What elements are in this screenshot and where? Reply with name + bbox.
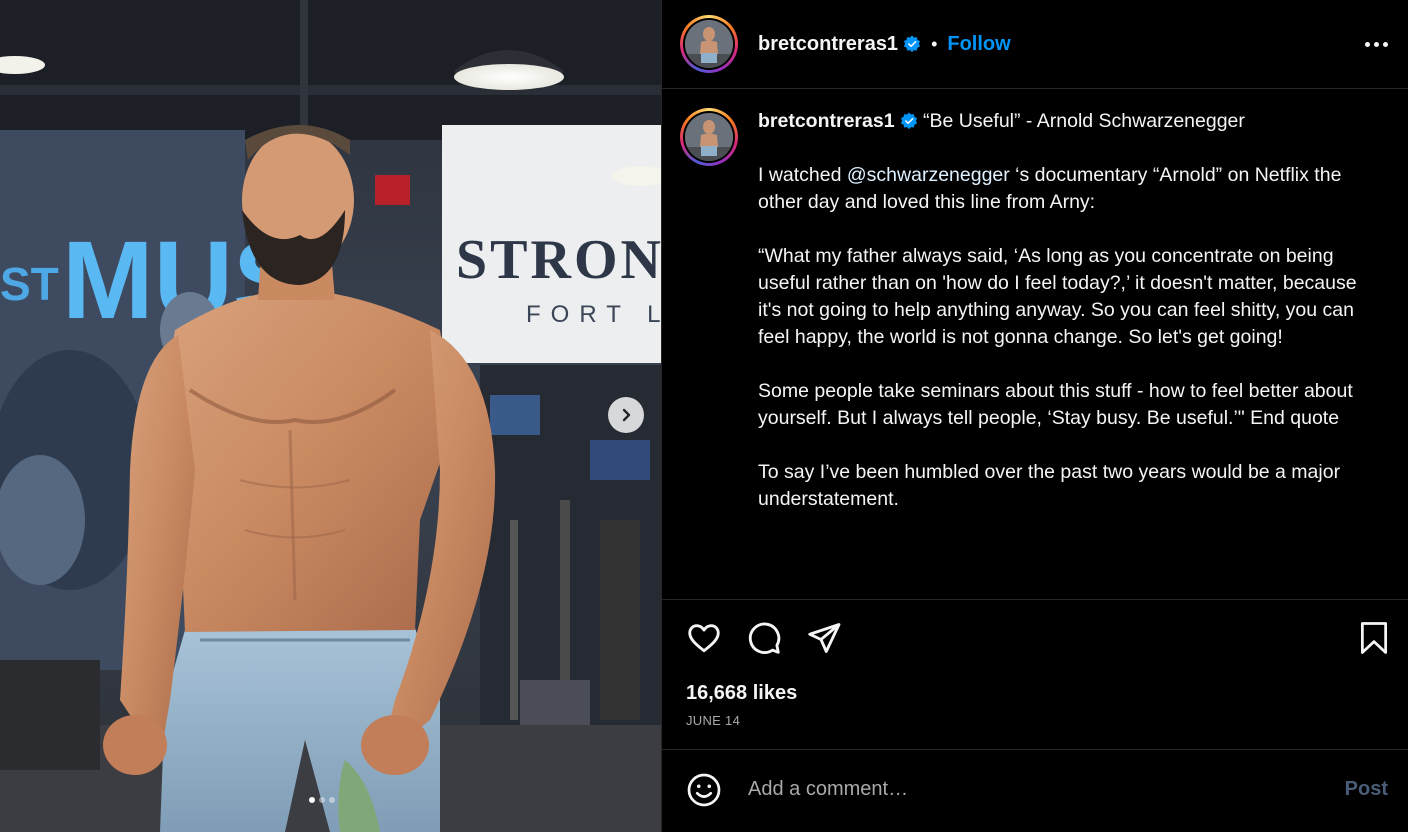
caption-paragraph: “What my father always said, ‘As long as… <box>758 245 1357 348</box>
caption-text: bretcontreras1 “Be Useful” - Arnold Schw… <box>758 108 1358 599</box>
avatar-image <box>685 113 733 161</box>
banner-text: STRON <box>456 229 661 291</box>
more-options-icon[interactable] <box>1365 41 1388 47</box>
post-date[interactable]: JUNE 14 <box>662 713 1408 728</box>
post-sidebar: bretcontreras1 • Follow bretcontreras1 “… <box>661 0 1408 832</box>
follow-button[interactable]: Follow <box>947 33 1010 56</box>
carousel-indicator <box>309 797 335 803</box>
comment-button[interactable] <box>746 620 782 656</box>
bookmark-icon <box>1360 622 1388 654</box>
carousel-dot <box>329 797 335 803</box>
emoji-icon <box>687 773 721 806</box>
caption-headline: “Be Useful” - Arnold Schwarzenegger <box>922 110 1245 132</box>
avatar[interactable] <box>680 15 738 73</box>
caption-avatar[interactable] <box>680 108 738 166</box>
likes-count[interactable]: 16,668 likes <box>662 682 1408 705</box>
chevron-right-icon <box>622 408 631 422</box>
mention-link[interactable]: @schwarzenegger <box>847 164 1010 186</box>
comment-composer: Post <box>662 749 1408 829</box>
header-username[interactable]: bretcontreras1 <box>758 33 898 56</box>
instagram-post-modal: ST MUS STRON FORT L bretcontreras1 • Fol… <box>0 0 1408 832</box>
separator-bullet: • <box>931 33 938 54</box>
post-media[interactable]: ST MUS STRON FORT L <box>0 0 661 832</box>
caption-username[interactable]: bretcontreras1 <box>758 110 895 132</box>
caption-section: bretcontreras1 “Be Useful” - Arnold Schw… <box>662 89 1408 600</box>
post-header: bretcontreras1 • Follow <box>662 0 1408 89</box>
verified-badge-icon <box>903 35 921 53</box>
caption-paragraph: I watched @schwarzenegger ‘s documentary… <box>758 164 1342 213</box>
banner-subtext: FORT L <box>526 301 661 328</box>
post-photo: ST MUS STRON FORT L <box>0 0 661 832</box>
post-comment-button[interactable]: Post <box>1345 778 1388 801</box>
emoji-button[interactable] <box>686 772 722 808</box>
carousel-dot <box>309 797 315 803</box>
like-button[interactable] <box>686 620 722 656</box>
comment-icon <box>748 622 781 654</box>
caption-paragraph: Some people take seminars about this stu… <box>758 380 1353 429</box>
next-photo-button[interactable] <box>608 397 644 433</box>
mural-small-text: ST <box>0 258 59 310</box>
carousel-dot <box>319 797 325 803</box>
comment-input[interactable] <box>746 777 1345 802</box>
send-icon <box>808 623 841 653</box>
share-button[interactable] <box>806 620 842 656</box>
save-button[interactable] <box>1358 620 1390 656</box>
avatar-image <box>685 20 733 68</box>
verified-badge-icon <box>900 112 917 130</box>
caption-paragraph: To say I’ve been humbled over the past t… <box>758 461 1341 510</box>
action-bar <box>662 600 1408 676</box>
heart-icon <box>688 624 720 653</box>
